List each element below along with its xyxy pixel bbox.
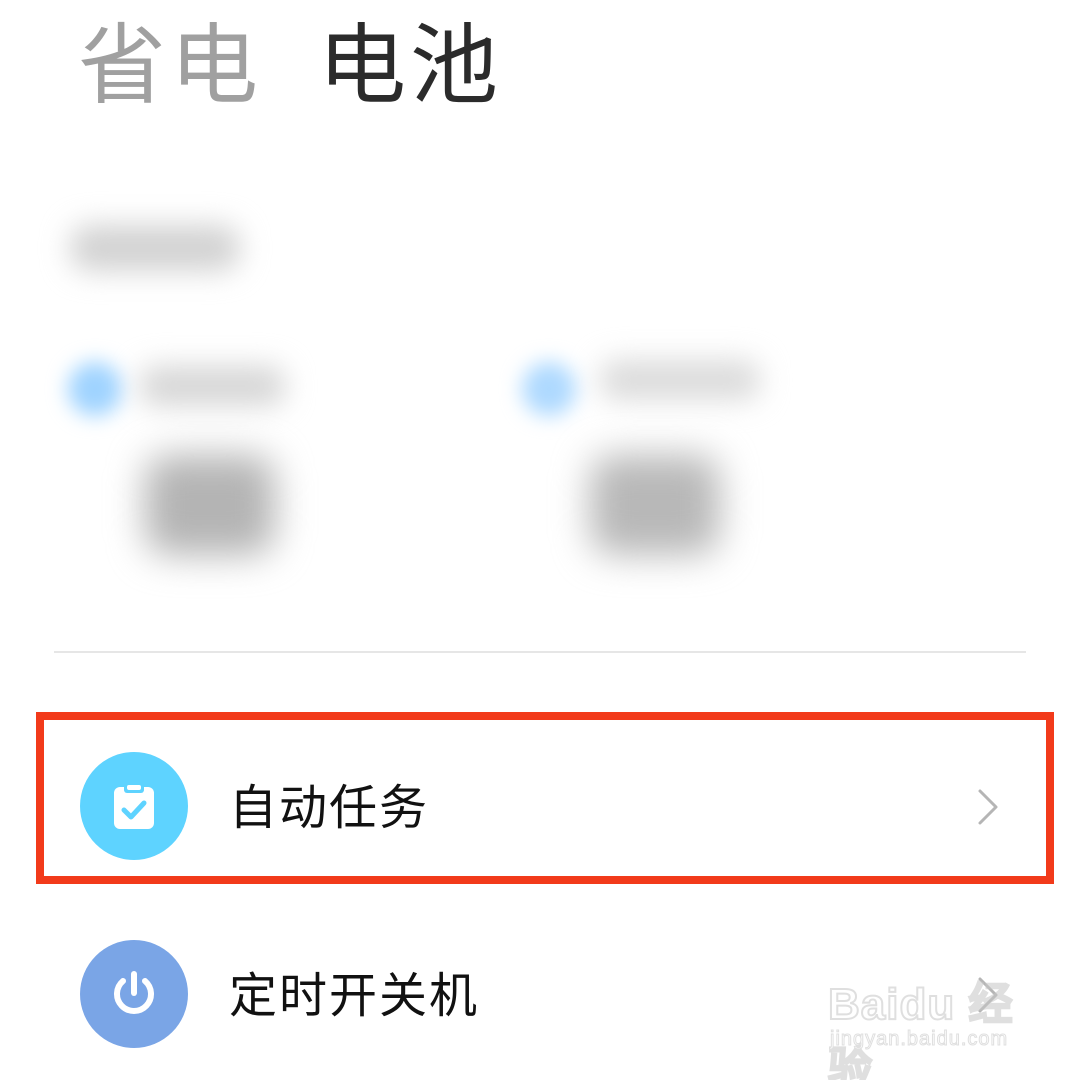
watermark-brand: Baidu 经验 [827,979,1014,1080]
battery-settings-page: 省电 电池 自动任务 定时开关机 Baidu 经验 jingyan.baidu.… [0,0,1080,1080]
list-item-auto-tasks[interactable]: 自动任务 [0,722,1080,872]
watermark-url: jingyan.baidu.com [829,1028,1009,1051]
header-tabs: 省电 电池 [78,22,502,110]
blurred-indicator-dot [522,362,576,416]
list-item-label: 定时开关机 [229,968,480,1024]
section-divider [54,651,1026,653]
tab-power-saving[interactable]: 省电 [78,22,262,110]
blurred-section-title [70,225,240,271]
blurred-stat-label [140,366,285,406]
list-item-label: 自动任务 [229,780,430,836]
blurred-stat-value [590,455,720,555]
blurred-indicator-dot [68,362,122,416]
blurred-stat-value [145,455,275,555]
chevron-right-icon [978,789,998,825]
power-icon [80,940,188,1048]
blurred-stat-label [600,360,760,400]
tab-battery[interactable]: 电池 [318,22,502,110]
baidu-jingyan-watermark: Baidu 经验 jingyan.baidu.com [827,968,1028,1080]
clipboard-check-icon [80,752,188,860]
